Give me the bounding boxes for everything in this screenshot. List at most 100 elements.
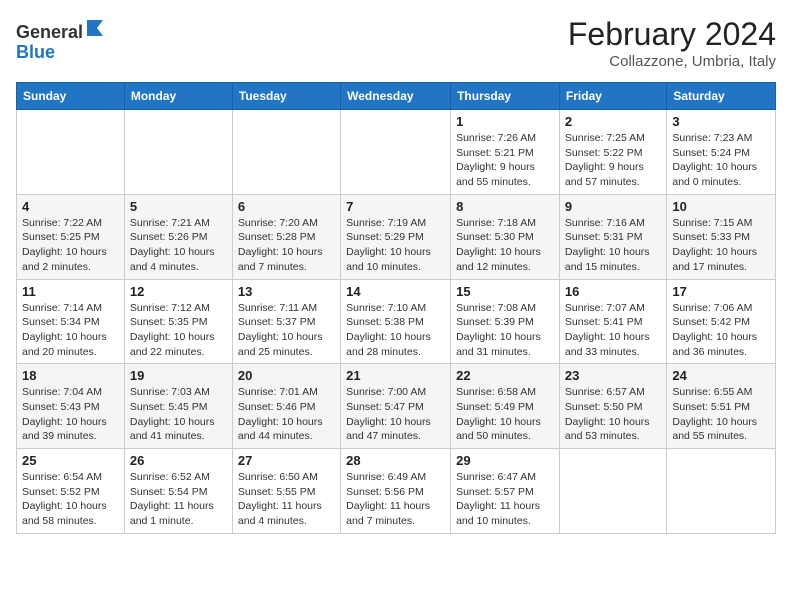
day-info: Sunrise: 7:10 AM Sunset: 5:38 PM Dayligh…: [346, 301, 445, 360]
calendar-cell: 13Sunrise: 7:11 AM Sunset: 5:37 PM Dayli…: [232, 279, 340, 364]
calendar-cell: 1 Sunrise: 7:26 AM Sunset: 5:21 PM Daylig…: [451, 110, 560, 195]
day-info: Sunrise: 6:55 AM Sunset: 5:51 PM Dayligh…: [672, 385, 770, 444]
day-number: 2: [565, 114, 661, 129]
weekday-header: Tuesday: [232, 83, 340, 110]
day-number: 17: [672, 284, 770, 299]
day-number: 20: [238, 368, 335, 383]
calendar-cell: 15Sunrise: 7:08 AM Sunset: 5:39 PM Dayli…: [451, 279, 560, 364]
calendar-cell: [17, 110, 125, 195]
day-info: Sunrise: 7:04 AM Sunset: 5:43 PM Dayligh…: [22, 385, 119, 444]
day-number: 12: [130, 284, 227, 299]
day-info: Sunrise: 6:54 AM Sunset: 5:52 PM Dayligh…: [22, 470, 119, 529]
day-info: Sunrise: 7:20 AM Sunset: 5:28 PM Dayligh…: [238, 216, 335, 275]
day-number: 3: [672, 114, 770, 129]
calendar-cell: [124, 110, 232, 195]
day-number: 27: [238, 453, 335, 468]
calendar-header: SundayMondayTuesdayWednesdayThursdayFrid…: [17, 83, 776, 110]
day-info: Sunrise: 7:25 AM Sunset: 5:22 PM Dayligh…: [565, 131, 661, 190]
calendar-cell: 8 Sunrise: 7:18 AM Sunset: 5:30 PM Daylig…: [451, 194, 560, 279]
calendar-cell: 17 Sunrise: 7:06 AM Sunset: 5:42 PM Dayli…: [667, 279, 776, 364]
calendar-subtitle: Collazzone, Umbria, Italy: [568, 53, 776, 70]
day-number: 6: [238, 199, 335, 214]
calendar-cell: 21 Sunrise: 7:00 AM Sunset: 5:47 PM Dayli…: [341, 364, 451, 449]
day-number: 11: [22, 284, 119, 299]
calendar-week-row: 18 Sunrise: 7:04 AM Sunset: 5:43 PM Dayli…: [17, 364, 776, 449]
calendar-cell: 14 Sunrise: 7:10 AM Sunset: 5:38 PM Dayli…: [341, 279, 451, 364]
calendar-cell: 19 Sunrise: 7:03 AM Sunset: 5:45 PM Dayli…: [124, 364, 232, 449]
day-number: 4: [22, 199, 119, 214]
day-number: 26: [130, 453, 227, 468]
calendar-week-row: 1 Sunrise: 7:26 AM Sunset: 5:21 PM Daylig…: [17, 110, 776, 195]
calendar-cell: 9 Sunrise: 7:16 AM Sunset: 5:31 PM Daylig…: [559, 194, 666, 279]
calendar-cell: 7Sunrise: 7:19 AM Sunset: 5:29 PM Daylig…: [341, 194, 451, 279]
day-info: Sunrise: 7:06 AM Sunset: 5:42 PM Dayligh…: [672, 301, 770, 360]
day-number: 1: [456, 114, 554, 129]
day-number: 5: [130, 199, 227, 214]
day-number: 18: [22, 368, 119, 383]
day-info: Sunrise: 7:23 AM Sunset: 5:24 PM Dayligh…: [672, 131, 770, 190]
calendar-table: SundayMondayTuesdayWednesdayThursdayFrid…: [16, 82, 776, 534]
logo-general: General: [16, 22, 83, 42]
calendar-cell: [232, 110, 340, 195]
logo-flag-icon: [83, 16, 105, 38]
calendar-cell: 26 Sunrise: 6:52 AM Sunset: 5:54 PM Dayli…: [124, 449, 232, 534]
day-number: 25: [22, 453, 119, 468]
calendar-cell: [559, 449, 666, 534]
calendar-cell: 20Sunrise: 7:01 AM Sunset: 5:46 PM Dayli…: [232, 364, 340, 449]
day-info: Sunrise: 7:00 AM Sunset: 5:47 PM Dayligh…: [346, 385, 445, 444]
day-info: Sunrise: 7:12 AM Sunset: 5:35 PM Dayligh…: [130, 301, 227, 360]
day-number: 24: [672, 368, 770, 383]
day-info: Sunrise: 7:19 AM Sunset: 5:29 PM Dayligh…: [346, 216, 445, 275]
day-info: Sunrise: 7:18 AM Sunset: 5:30 PM Dayligh…: [456, 216, 554, 275]
logo-text: GeneralBlue: [16, 16, 105, 63]
day-info: Sunrise: 6:52 AM Sunset: 5:54 PM Dayligh…: [130, 470, 227, 529]
day-info: Sunrise: 7:15 AM Sunset: 5:33 PM Dayligh…: [672, 216, 770, 275]
weekday-row: SundayMondayTuesdayWednesdayThursdayFrid…: [17, 83, 776, 110]
calendar-cell: 22Sunrise: 6:58 AM Sunset: 5:49 PM Dayli…: [451, 364, 560, 449]
day-info: Sunrise: 7:26 AM Sunset: 5:21 PM Dayligh…: [456, 131, 554, 190]
day-number: 8: [456, 199, 554, 214]
day-info: Sunrise: 7:03 AM Sunset: 5:45 PM Dayligh…: [130, 385, 227, 444]
day-number: 23: [565, 368, 661, 383]
day-number: 14: [346, 284, 445, 299]
calendar-cell: 10 Sunrise: 7:15 AM Sunset: 5:33 PM Dayli…: [667, 194, 776, 279]
calendar-cell: [667, 449, 776, 534]
calendar-cell: 27 Sunrise: 6:50 AM Sunset: 5:55 PM Dayli…: [232, 449, 340, 534]
title-area: February 2024 Collazzone, Umbria, Italy: [568, 16, 776, 70]
calendar-cell: 29 Sunrise: 6:47 AM Sunset: 5:57 PM Dayli…: [451, 449, 560, 534]
calendar-cell: 24 Sunrise: 6:55 AM Sunset: 5:51 PM Dayli…: [667, 364, 776, 449]
day-info: Sunrise: 7:16 AM Sunset: 5:31 PM Dayligh…: [565, 216, 661, 275]
day-number: 10: [672, 199, 770, 214]
calendar-body: 1 Sunrise: 7:26 AM Sunset: 5:21 PM Daylig…: [17, 110, 776, 534]
calendar-week-row: 25 Sunrise: 6:54 AM Sunset: 5:52 PM Dayli…: [17, 449, 776, 534]
calendar-cell: 18 Sunrise: 7:04 AM Sunset: 5:43 PM Dayli…: [17, 364, 125, 449]
day-number: 15: [456, 284, 554, 299]
day-number: 29: [456, 453, 554, 468]
calendar-title: February 2024: [568, 16, 776, 53]
calendar-cell: [341, 110, 451, 195]
weekday-header: Thursday: [451, 83, 560, 110]
header: GeneralBlue February 2024 Collazzone, Um…: [16, 16, 776, 70]
day-number: 9: [565, 199, 661, 214]
weekday-header: Saturday: [667, 83, 776, 110]
day-number: 21: [346, 368, 445, 383]
weekday-header: Friday: [559, 83, 666, 110]
day-number: 19: [130, 368, 227, 383]
day-number: 16: [565, 284, 661, 299]
calendar-cell: 6 Sunrise: 7:20 AM Sunset: 5:28 PM Daylig…: [232, 194, 340, 279]
weekday-header: Monday: [124, 83, 232, 110]
calendar-cell: 4 Sunrise: 7:22 AM Sunset: 5:25 PM Daylig…: [17, 194, 125, 279]
day-info: Sunrise: 7:14 AM Sunset: 5:34 PM Dayligh…: [22, 301, 119, 360]
calendar-cell: 11 Sunrise: 7:14 AM Sunset: 5:34 PM Dayli…: [17, 279, 125, 364]
calendar-cell: 2 Sunrise: 7:25 AM Sunset: 5:22 PM Daylig…: [559, 110, 666, 195]
calendar-cell: 28 Sunrise: 6:49 AM Sunset: 5:56 PM Dayli…: [341, 449, 451, 534]
calendar-week-row: 4 Sunrise: 7:22 AM Sunset: 5:25 PM Daylig…: [17, 194, 776, 279]
calendar-cell: 12 Sunrise: 7:12 AM Sunset: 5:35 PM Dayli…: [124, 279, 232, 364]
day-info: Sunrise: 7:22 AM Sunset: 5:25 PM Dayligh…: [22, 216, 119, 275]
day-number: 28: [346, 453, 445, 468]
calendar-cell: 16Sunrise: 7:07 AM Sunset: 5:41 PM Dayli…: [559, 279, 666, 364]
day-info: Sunrise: 6:49 AM Sunset: 5:56 PM Dayligh…: [346, 470, 445, 529]
day-info: Sunrise: 6:50 AM Sunset: 5:55 PM Dayligh…: [238, 470, 335, 529]
calendar-cell: 25 Sunrise: 6:54 AM Sunset: 5:52 PM Dayli…: [17, 449, 125, 534]
day-info: Sunrise: 6:47 AM Sunset: 5:57 PM Dayligh…: [456, 470, 554, 529]
